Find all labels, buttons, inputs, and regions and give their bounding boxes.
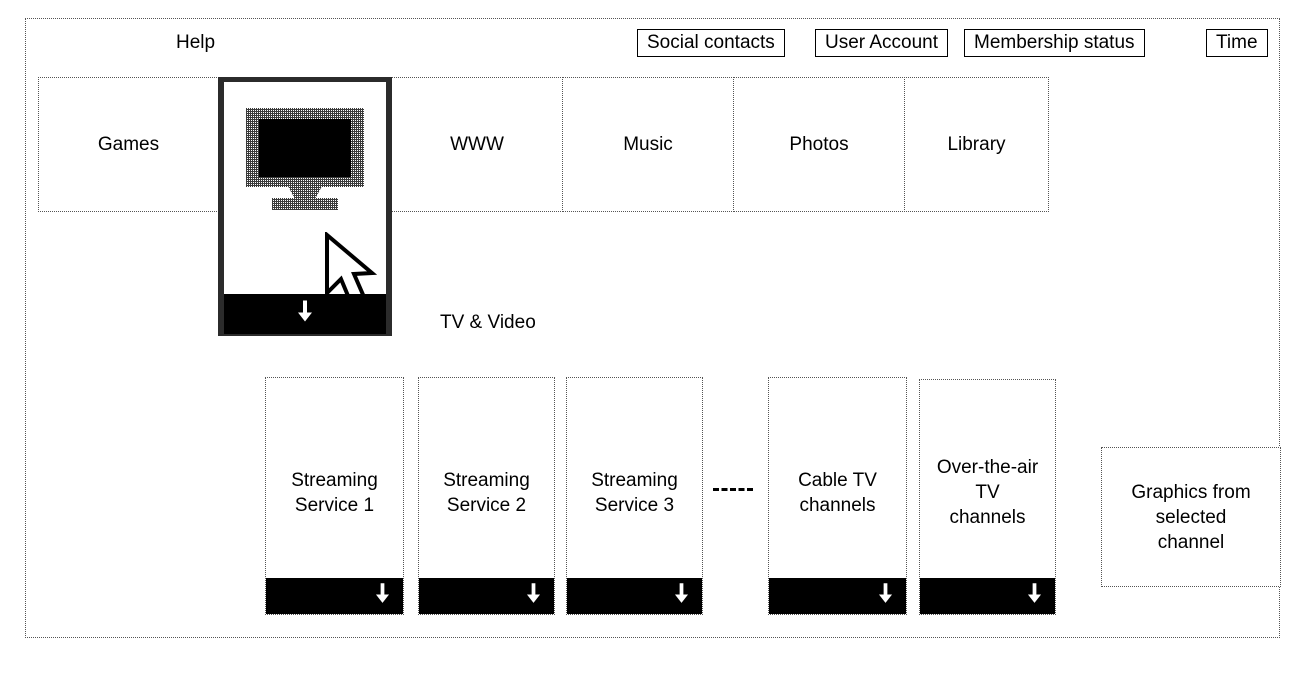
nav-item-games-label: Games [97,133,160,155]
time-button[interactable]: Time [1206,29,1268,57]
nav-item-library-label: Library [947,133,1006,155]
channel-tile-cable-tv-channels[interactable]: Cable TV channels [768,377,907,615]
membership-status-button[interactable]: Membership status [964,29,1145,57]
dashed-ellipsis-connector [713,488,753,491]
channel-label-line2: TV [975,482,1000,503]
channel-tile-label: Over-the-air TV channels [924,455,1051,530]
channel-label-line1: Cable TV [798,470,877,491]
nav-item-photos[interactable]: Photos [733,77,905,212]
channel-tile-over-the-air-tv-channels[interactable]: Over-the-air TV channels [919,379,1056,615]
channel-expand-bar[interactable] [266,578,403,614]
channel-tile-streaming-service-1[interactable]: Streaming Service 1 [265,377,404,615]
nav-item-library[interactable]: Library [904,77,1049,212]
channel-label-line1: Streaming [443,470,530,491]
television-screen [259,119,351,177]
channel-label-line2: Service 2 [446,495,527,516]
channel-label-line1: Over-the-air [936,457,1039,478]
social-contacts-button[interactable]: Social contacts [637,29,785,57]
nav-item-tv-video-selected[interactable] [218,77,392,336]
channel-tile-streaming-service-2[interactable]: Streaming Service 2 [418,377,555,615]
tv-video-tile-body [224,82,386,334]
channel-label-line1: Streaming [291,470,378,491]
help-label[interactable]: Help [176,31,215,55]
down-arrow-icon [297,300,313,328]
tv-video-label: TV & Video [440,312,536,333]
channel-label-line2: channels [799,495,876,516]
graphics-label-line1: Graphics from [1131,481,1251,503]
nav-item-music-label: Music [623,133,673,155]
channel-tile-label: Streaming Service 2 [423,468,550,518]
selected-channel-graphics-label: Graphics from selected channel [1131,480,1250,555]
channel-label-line1: Streaming [591,470,678,491]
channel-expand-bar[interactable] [567,578,702,614]
tv-video-expand-bar[interactable] [224,294,386,334]
down-arrow-icon [1027,583,1042,609]
nav-item-photos-label: Photos [789,133,849,155]
channel-tile-streaming-service-3[interactable]: Streaming Service 3 [566,377,703,615]
channel-label-line2: Service 3 [594,495,675,516]
television-icon [246,108,364,210]
main-nav-row: Games WWW Music Photos Library [38,77,1049,212]
nav-item-www[interactable]: WWW [391,77,563,212]
channel-tile-label: Streaming Service 3 [571,468,698,518]
channel-tile-label: Cable TV channels [773,468,902,518]
channel-expand-bar[interactable] [419,578,554,614]
nav-item-music[interactable]: Music [562,77,734,212]
nav-item-games[interactable]: Games [38,77,219,212]
graphics-label-line2: selected [1155,506,1227,528]
nav-item-www-label: WWW [450,133,504,155]
channel-expand-bar[interactable] [920,578,1055,614]
channel-expand-bar[interactable] [769,578,906,614]
channel-label-line3: channels [949,507,1026,528]
graphics-label-line3: channel [1157,531,1225,553]
television-base [272,198,338,210]
down-arrow-icon [674,583,689,609]
user-account-button[interactable]: User Account [815,29,948,57]
down-arrow-icon [375,583,390,609]
down-arrow-icon [526,583,541,609]
screen-frame: Help Social contacts User Account Member… [25,18,1281,638]
channel-tile-label: Streaming Service 1 [270,468,399,518]
channel-label-line2: Service 1 [294,495,375,516]
selected-channel-graphics-panel: Graphics from selected channel [1101,447,1281,587]
down-arrow-icon [878,583,893,609]
